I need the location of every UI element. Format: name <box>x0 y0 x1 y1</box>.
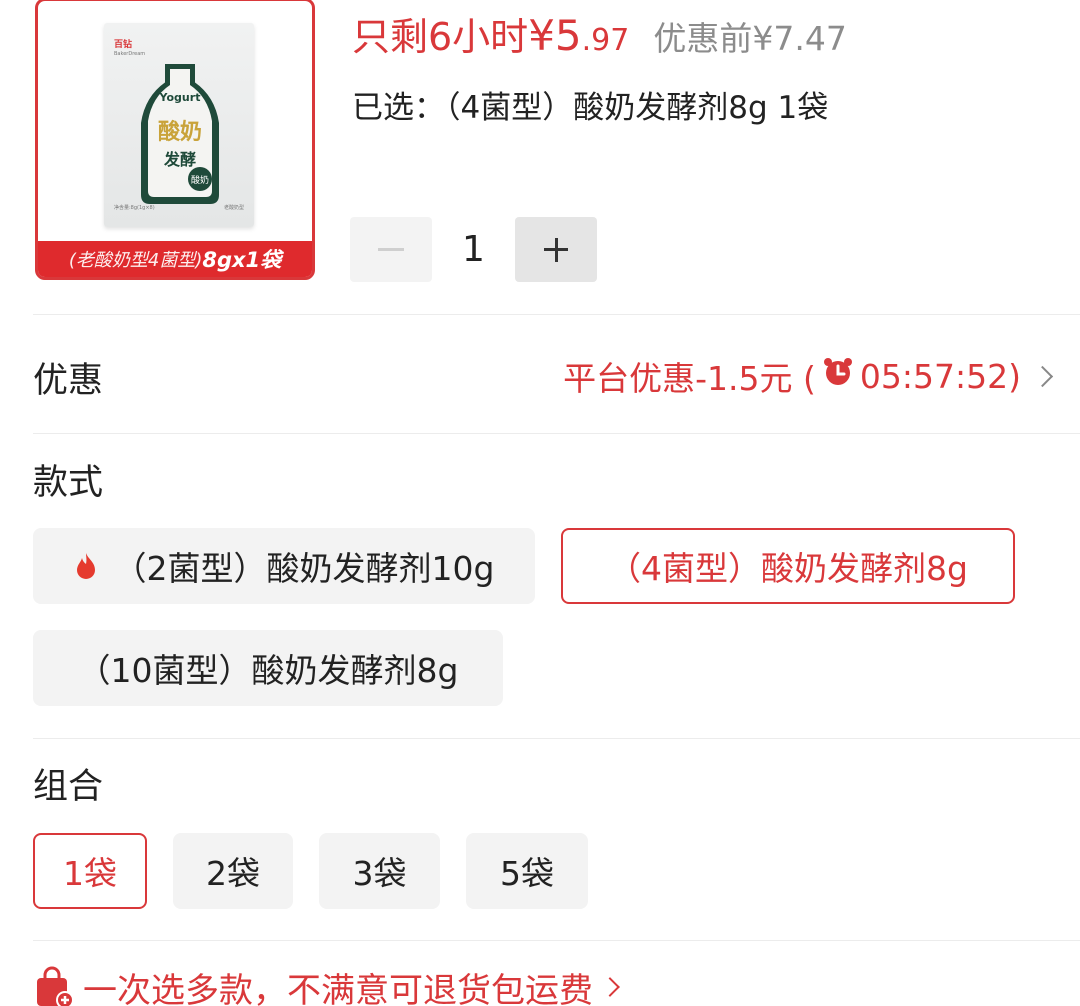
combo-option-label: 2袋 <box>206 854 260 893</box>
return-shipping-promo-link[interactable]: 一次选多款，不满意可退货包运费 <box>33 962 620 1006</box>
package-brand: 百钻 <box>114 40 133 50</box>
quantity-value[interactable]: 1 <box>432 217 515 282</box>
price-line: 只剩6小时 ¥5 .97 优惠前¥7.47 <box>352 6 847 60</box>
package-type: 老酸奶型 <box>223 205 244 211</box>
svg-text:酸奶: 酸奶 <box>191 174 209 186</box>
divider <box>33 433 1080 434</box>
combo-option-label: 1袋 <box>63 854 117 893</box>
shopping-bag-plus-icon <box>33 966 75 1006</box>
style-option-10-strain[interactable]: （10菌型）酸奶发酵剂8g <box>33 630 503 706</box>
style-section-label: 款式 <box>33 463 104 503</box>
yogurt-starter-package: 百钻 BakerDream Yogurt 酸奶 发酵 酸奶 净含量:8g(1g×… <box>104 23 254 227</box>
style-option-label: （2菌型）酸奶发酵剂10g <box>113 549 495 588</box>
minus-icon <box>378 248 404 251</box>
package-footer: 净含量:8g(1g×8) 老酸奶型 <box>114 204 244 211</box>
discount-label: 优惠 <box>33 361 104 401</box>
price-countdown: 只剩6小时 <box>352 15 529 59</box>
discount-row-link[interactable]: 平台优惠-1.5元 ( 05:57:52) <box>563 352 1054 400</box>
style-option-label: （4菌型）酸奶发酵剂8g <box>608 549 968 588</box>
product-image[interactable]: 百钻 BakerDream Yogurt 酸奶 发酵 酸奶 净含量:8g(1g×… <box>35 0 315 280</box>
combo-option-5[interactable]: 5袋 <box>466 833 588 909</box>
chevron-right-icon <box>600 977 620 997</box>
combo-option-1[interactable]: 1袋 <box>33 833 147 909</box>
original-price: 优惠前¥7.47 <box>653 19 847 58</box>
svg-text:酸奶: 酸奶 <box>158 119 202 145</box>
svg-text:Yogurt: Yogurt <box>159 91 201 104</box>
svg-text:发酵: 发酵 <box>163 150 196 169</box>
style-option-4-strain[interactable]: （4菌型）酸奶发酵剂8g <box>561 528 1015 604</box>
divider <box>33 314 1080 315</box>
chevron-right-icon <box>1031 365 1054 387</box>
style-option-label: （10菌型）酸奶发酵剂8g <box>77 651 459 690</box>
combo-option-label: 3袋 <box>352 854 407 893</box>
promo-text: 一次选多款，不满意可退货包运费 <box>83 970 593 1006</box>
combo-section-label: 组合 <box>33 767 104 807</box>
quantity-increase-button[interactable] <box>515 217 597 282</box>
milk-bottle-graphic: Yogurt 酸奶 发酵 酸奶 <box>141 64 219 204</box>
discount-value: 平台优惠-1.5元 ( <box>563 359 816 398</box>
combo-option-label: 5袋 <box>500 854 554 893</box>
plus-icon-vertical <box>554 237 558 262</box>
discount-timer: 05:57:52) <box>859 356 1021 396</box>
package-subtitle: BakerDream <box>114 51 146 57</box>
image-banner-light: (老酸奶型4菌型) <box>68 250 203 271</box>
combo-option-3[interactable]: 3袋 <box>319 833 440 909</box>
fire-icon <box>74 552 98 580</box>
quantity-decrease-button[interactable] <box>350 217 432 282</box>
selected-summary: 已选：（4菌型）酸奶发酵剂8g 1袋 <box>352 90 829 126</box>
price-integer: ¥5 <box>528 11 582 60</box>
divider <box>33 738 1080 739</box>
price-decimal: .97 <box>581 23 630 58</box>
style-option-2-strain[interactable]: （2菌型）酸奶发酵剂10g <box>33 528 535 604</box>
package-net: 净含量:8g(1g×8) <box>114 205 155 211</box>
combo-option-2[interactable]: 2袋 <box>173 833 293 909</box>
image-banner: (老酸奶型4菌型) 8gx1袋 <box>38 241 312 277</box>
divider <box>33 940 1080 941</box>
alarm-clock-icon <box>822 356 854 396</box>
image-banner-bold: 8gx1袋 <box>202 248 282 272</box>
